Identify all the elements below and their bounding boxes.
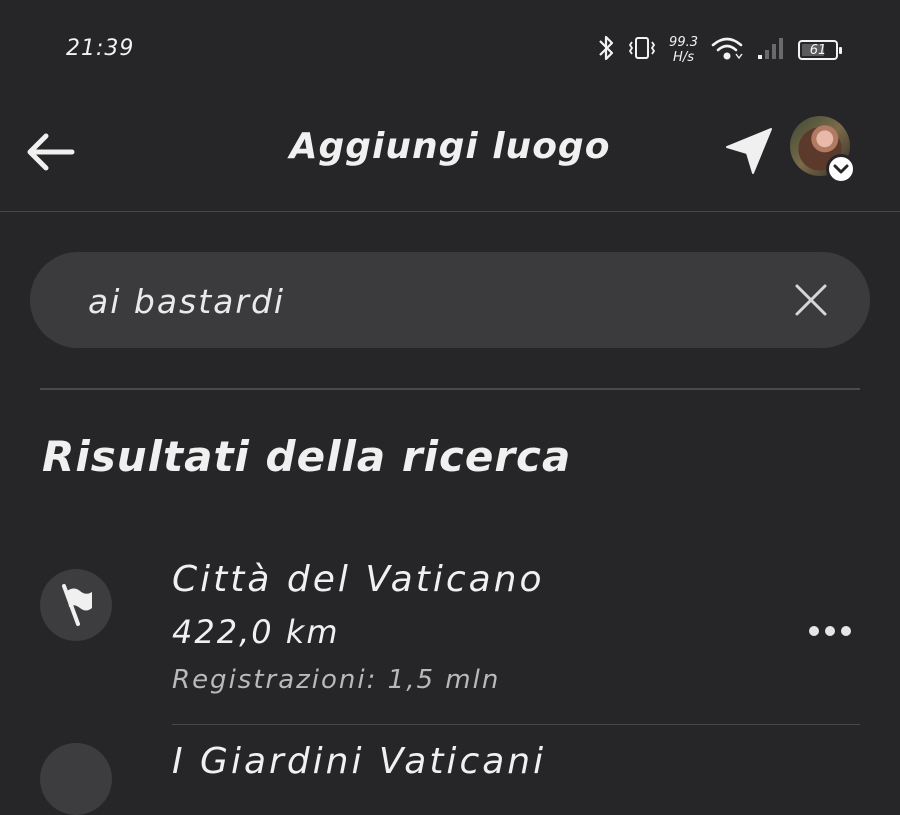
chevron-badge bbox=[826, 154, 856, 184]
more-horizontal-icon bbox=[809, 626, 851, 636]
result-item[interactable]: I Giardini Vaticani bbox=[0, 725, 900, 815]
net-speed: 99.3 H/s bbox=[669, 35, 698, 65]
net-speed-unit: H/s bbox=[673, 50, 694, 65]
result-name: Città del Vaticano bbox=[172, 559, 545, 600]
location-arrow-icon bbox=[726, 128, 772, 174]
result-icon bbox=[40, 743, 112, 815]
chevron-down-icon bbox=[833, 164, 849, 174]
search-box bbox=[30, 252, 870, 348]
section-title: Risultati della ricerca bbox=[42, 432, 572, 481]
status-icons: 99.3 H/s 61 bbox=[597, 30, 842, 70]
search-input[interactable] bbox=[86, 270, 780, 332]
bluetooth-icon bbox=[597, 34, 615, 66]
flag-icon bbox=[62, 584, 92, 626]
signal-icon bbox=[756, 35, 786, 65]
header-divider bbox=[0, 211, 900, 212]
result-icon bbox=[40, 557, 112, 657]
clear-search-button[interactable] bbox=[785, 274, 837, 326]
result-name: I Giardini Vaticani bbox=[172, 741, 547, 782]
close-icon bbox=[795, 284, 827, 316]
account-switcher[interactable] bbox=[790, 116, 856, 184]
wifi-icon bbox=[710, 34, 744, 66]
search-divider bbox=[40, 388, 860, 390]
result-registrations: Registrazioni: 1,5 mln bbox=[172, 665, 501, 695]
status-bar: 21:39 99.3 H/s 61 bbox=[0, 0, 900, 100]
vibrate-icon bbox=[627, 35, 657, 65]
net-speed-value: 99.3 bbox=[669, 35, 698, 50]
current-location-button[interactable] bbox=[718, 120, 780, 182]
result-distance: 422,0 km bbox=[172, 613, 340, 651]
more-options-button[interactable] bbox=[800, 613, 860, 649]
app-bar: Aggiungi luogo bbox=[0, 100, 900, 212]
status-time: 21:39 bbox=[66, 36, 135, 61]
battery-level: 61 bbox=[809, 42, 827, 58]
result-item[interactable]: Città del Vaticano 422,0 km Registrazion… bbox=[0, 545, 900, 725]
battery-icon: 61 bbox=[798, 40, 842, 60]
